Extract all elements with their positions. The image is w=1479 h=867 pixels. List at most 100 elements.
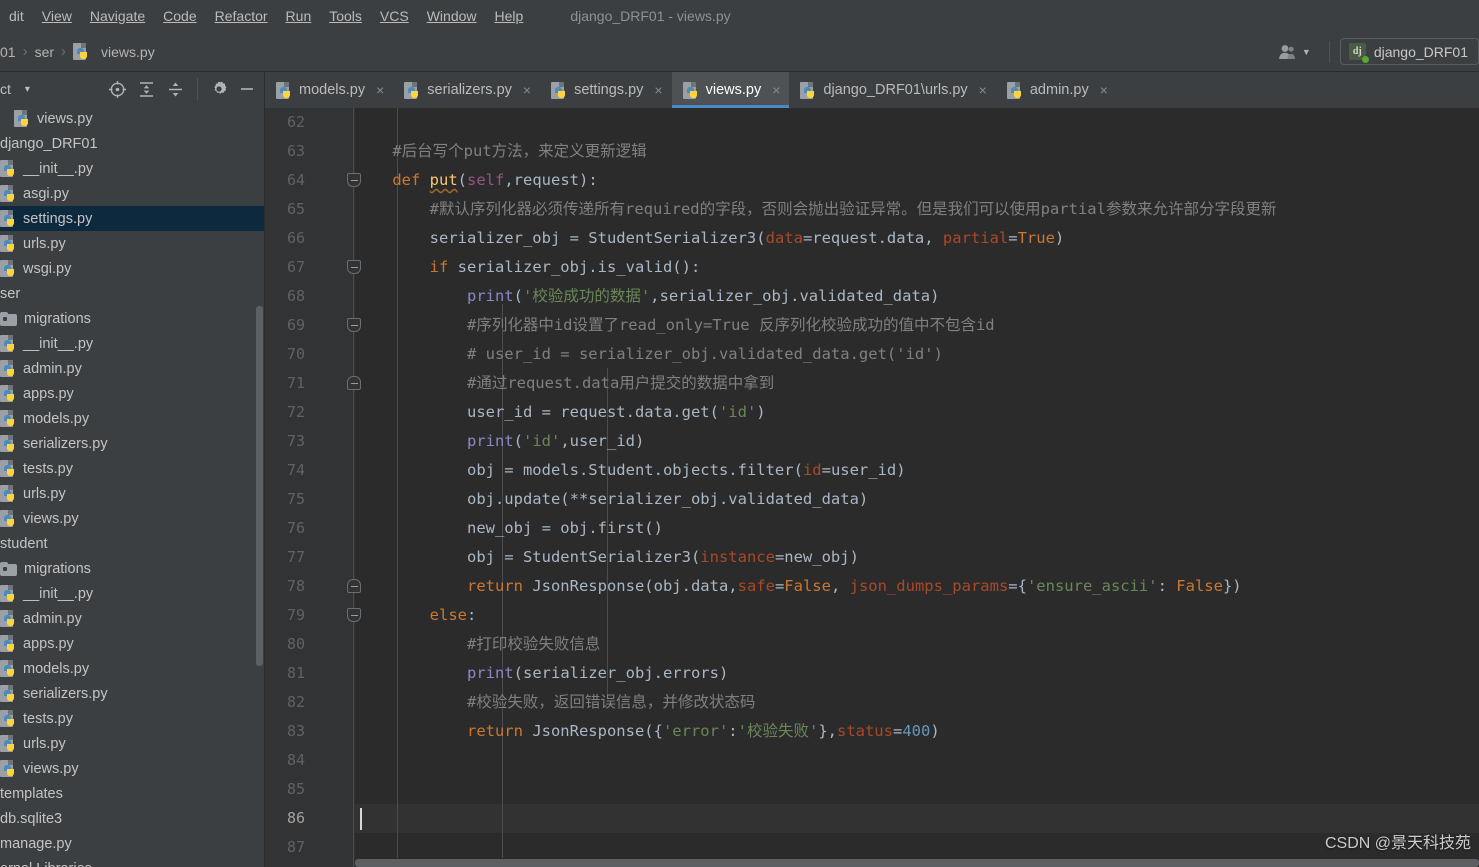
menu-item-navigate[interactable]: Navigate xyxy=(81,4,154,28)
project-panel-toolbar xyxy=(108,78,264,100)
tree-item[interactable]: tests.py xyxy=(0,456,264,481)
menu-item-run[interactable]: Run xyxy=(277,4,321,28)
menu-label: View xyxy=(41,8,72,24)
editor-horizontal-scrollbar[interactable] xyxy=(355,858,1479,867)
tree-item[interactable]: urls.py xyxy=(0,481,264,506)
run-configuration-label: django_DRF01 xyxy=(1373,43,1468,60)
menu-item-edit[interactable]: dit xyxy=(0,4,33,28)
menu-item-window[interactable]: Window xyxy=(418,4,486,28)
user-account-button[interactable]: ▼ xyxy=(1270,39,1319,65)
tree-item-label: apps.py xyxy=(23,635,74,652)
close-icon[interactable]: × xyxy=(376,82,384,98)
locate-icon[interactable] xyxy=(108,80,127,99)
project-tree-scrollbar[interactable] xyxy=(256,306,263,666)
tree-item[interactable]: apps.py xyxy=(0,381,264,406)
tree-item-label: migrations xyxy=(24,560,91,577)
code-line: return JsonResponse({'error':'校验失败'},sta… xyxy=(466,722,940,740)
breadcrumb-item-ser[interactable]: ser xyxy=(35,44,54,60)
tree-item[interactable]: asgi.py xyxy=(0,181,264,206)
editor-tab-admin-py[interactable]: admin.py × xyxy=(996,72,1117,108)
tree-item[interactable]: student xyxy=(0,531,264,556)
tree-item[interactable]: templates xyxy=(0,781,264,806)
menu-item-code[interactable]: Code xyxy=(154,4,205,28)
menu-item-view[interactable]: View xyxy=(33,4,81,28)
tree-item[interactable]: __init__.py xyxy=(0,331,264,356)
tree-item[interactable]: migrations xyxy=(0,556,264,581)
tree-item[interactable]: __init__.py xyxy=(0,581,264,606)
editor-tab-settings-py[interactable]: settings.py × xyxy=(540,72,672,108)
tree-item[interactable]: urls.py xyxy=(0,231,264,256)
python-file-icon xyxy=(0,485,16,502)
code-line: print('校验成功的数据',serializer_obj.validated… xyxy=(466,287,940,305)
tree-item[interactable]: __init__.py xyxy=(0,156,264,181)
breadcrumb-file-label: views.py xyxy=(101,43,155,60)
settings-gear-icon[interactable] xyxy=(210,80,228,98)
breadcrumb-item-project[interactable]: 01 xyxy=(0,44,16,60)
python-file-icon xyxy=(0,260,16,277)
collapse-all-icon[interactable] xyxy=(166,80,185,99)
editor-tab-views-py[interactable]: views.py × xyxy=(671,72,790,108)
tree-item[interactable]: wsgi.py xyxy=(0,256,264,281)
menu-item-vcs[interactable]: VCS xyxy=(371,4,418,28)
code-line: obj = models.Student.objects.filter(id=u… xyxy=(355,461,906,479)
chevron-down-icon[interactable]: ▾ xyxy=(25,84,30,95)
scrollbar-thumb[interactable] xyxy=(355,859,1479,867)
menu-item-tools[interactable]: Tools xyxy=(320,4,371,28)
tree-item[interactable]: admin.py xyxy=(0,356,264,381)
code-content[interactable]: #后台写个put方法，来定义更新逻辑 def put(self,request)… xyxy=(355,108,1479,867)
editor-tab-django_drf01-urls-py[interactable]: django_DRF01\urls.py × xyxy=(789,72,995,108)
editor-tab-models-py[interactable]: models.py × xyxy=(265,72,393,108)
tree-item[interactable]: serializers.py xyxy=(0,681,264,706)
tree-item-label: db.sqlite3 xyxy=(0,810,63,827)
tree-item[interactable]: urls.py xyxy=(0,731,264,756)
tree-item[interactable]: django_DRF01 xyxy=(0,131,264,156)
editor-tab-label: settings.py xyxy=(574,82,644,98)
close-icon[interactable]: × xyxy=(1100,82,1108,98)
editor-gutter[interactable]: 62 63 64 65 66 67 68 69 70 71 72 73 74 75 76 77 78 79 80 81… xyxy=(265,108,361,867)
tree-item[interactable]: tests.py xyxy=(0,706,264,731)
tree-item[interactable]: ernal Libraries xyxy=(0,856,264,867)
tree-item[interactable]: ser xyxy=(0,281,264,306)
close-icon[interactable]: × xyxy=(772,82,780,98)
run-configuration-selector[interactable]: dj django_DRF01 xyxy=(1339,38,1479,65)
line-number: 82 xyxy=(286,693,305,711)
line-number: 65 xyxy=(286,200,305,218)
project-panel-header: ct ▾ xyxy=(0,72,264,106)
breadcrumb-item-file[interactable]: views.py xyxy=(73,43,155,60)
tree-item[interactable]: migrations xyxy=(0,306,264,331)
close-icon[interactable]: × xyxy=(979,82,987,98)
python-file-icon xyxy=(551,81,567,99)
hide-panel-icon[interactable] xyxy=(238,80,256,98)
django-icon: dj xyxy=(1348,43,1369,63)
menu-item-help[interactable]: Help xyxy=(486,4,533,28)
tree-item-label: apps.py xyxy=(23,385,74,402)
tree-item-label: tests.py xyxy=(23,460,73,477)
tree-item[interactable]: manage.py xyxy=(0,831,264,856)
pycharm-window: dit View Navigate Code Refactor Run Tool… xyxy=(0,0,1479,867)
tree-item[interactable]: admin.py xyxy=(0,606,264,631)
code-editor[interactable]: 62 63 64 65 66 67 68 69 70 71 72 73 74 75 76 77 78 79 80 81… xyxy=(265,108,1479,867)
project-tree[interactable]: views.py django_DRF01 __init__.py asgi.py se… xyxy=(0,106,264,867)
editor-tab-bar: models.py × serializers.py × settings.py × vie… xyxy=(265,72,1479,108)
line-number: 72 xyxy=(286,403,305,421)
tree-item[interactable]: views.py xyxy=(0,506,264,531)
tree-item[interactable]: views.py xyxy=(0,756,264,781)
menu-item-refactor[interactable]: Refactor xyxy=(206,4,277,28)
close-icon[interactable]: × xyxy=(523,82,531,98)
tree-item-label: serializers.py xyxy=(23,685,108,702)
tree-item[interactable]: models.py xyxy=(0,656,264,681)
tree-item[interactable]: db.sqlite3 xyxy=(0,806,264,831)
editor-tab-serializers-py[interactable]: serializers.py × xyxy=(393,72,540,108)
tree-item-label: views.py xyxy=(37,110,93,127)
tree-item[interactable]: models.py xyxy=(0,406,264,431)
tree-item[interactable]: views.py xyxy=(0,106,264,131)
breadcrumb: 01 › ser › views.py xyxy=(0,43,155,60)
code-line: # user_id = serializer_obj.validated_dat… xyxy=(466,345,943,363)
expand-all-icon[interactable] xyxy=(137,80,156,99)
fold-rail xyxy=(353,108,354,867)
tree-item[interactable]: settings.py xyxy=(0,206,264,231)
python-file-icon xyxy=(0,185,16,202)
tree-item[interactable]: apps.py xyxy=(0,631,264,656)
tree-item[interactable]: serializers.py xyxy=(0,431,264,456)
close-icon[interactable]: × xyxy=(654,82,662,98)
